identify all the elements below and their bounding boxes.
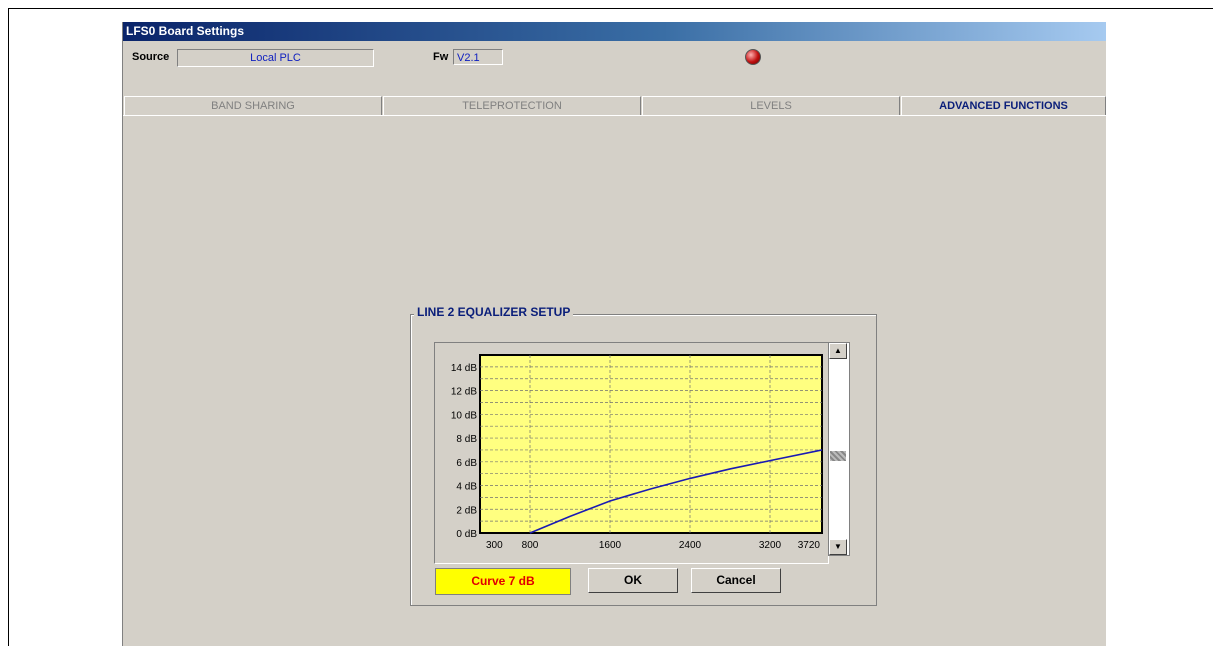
window-title: LFS0 Board Settings bbox=[123, 22, 1106, 41]
x-tick-label: 3720 bbox=[798, 540, 821, 551]
source-field: Local PLC bbox=[177, 49, 374, 67]
equalizer-chart-frame: 0 dB 2 dB 4 dB 6 dB 8 dB 10 dB 12 dB 14 dB 300 80… bbox=[434, 342, 829, 564]
curve-value-label: Curve 7 dB bbox=[435, 568, 571, 595]
plot-area bbox=[479, 354, 823, 534]
x-tick-label: 1600 bbox=[599, 540, 622, 551]
page-frame-top bbox=[8, 8, 1213, 9]
y-tick-label: 0 dB bbox=[456, 529, 477, 540]
y-tick-label: 8 dB bbox=[456, 434, 477, 445]
tab-band-sharing[interactable]: BAND SHARING bbox=[124, 96, 382, 115]
equalizer-scrollbar[interactable]: ▲ ▼ bbox=[828, 342, 850, 556]
scroll-down-icon[interactable]: ▼ bbox=[829, 539, 847, 555]
scroll-thumb[interactable] bbox=[830, 451, 846, 461]
x-tick-label: 3200 bbox=[759, 540, 782, 551]
equalizer-title: LINE 2 EQUALIZER SETUP bbox=[414, 305, 574, 319]
x-tick-label: 300 bbox=[486, 540, 503, 551]
y-tick-label: 10 dB bbox=[451, 410, 477, 421]
firmware-label: Fw bbox=[433, 51, 449, 63]
cancel-button[interactable]: Cancel bbox=[691, 568, 781, 593]
firmware-field: V2.1 bbox=[453, 49, 503, 65]
x-tick-label: 2400 bbox=[679, 540, 702, 551]
tab-advanced-functions[interactable]: ADVANCED FUNCTIONS bbox=[901, 96, 1106, 115]
status-led-icon bbox=[745, 49, 761, 65]
y-tick-label: 6 dB bbox=[456, 458, 477, 469]
scroll-up-icon[interactable]: ▲ bbox=[829, 343, 847, 359]
y-tick-label: 2 dB bbox=[456, 505, 477, 516]
y-tick-label: 12 dB bbox=[451, 387, 477, 398]
y-tick-label: 4 dB bbox=[456, 482, 477, 493]
ok-button[interactable]: OK bbox=[588, 568, 678, 593]
tab-divider bbox=[123, 115, 1106, 116]
y-tick-label: 14 dB bbox=[451, 363, 477, 374]
tab-levels[interactable]: LEVELS bbox=[642, 96, 900, 115]
tab-teleprotection[interactable]: TELEPROTECTION bbox=[383, 96, 641, 115]
x-tick-label: 800 bbox=[522, 540, 539, 551]
tab-bar: BAND SHARING TELEPROTECTION LEVELS ADVAN… bbox=[123, 96, 1106, 116]
page-frame-left bbox=[8, 8, 9, 646]
board-settings-window: LFS0 Board Settings Source Local PLC Fw … bbox=[122, 22, 1106, 646]
equalizer-chart: 0 dB 2 dB 4 dB 6 dB 8 dB 10 dB 12 dB 14 dB 300 80… bbox=[451, 354, 823, 551]
source-label: Source bbox=[132, 51, 170, 63]
